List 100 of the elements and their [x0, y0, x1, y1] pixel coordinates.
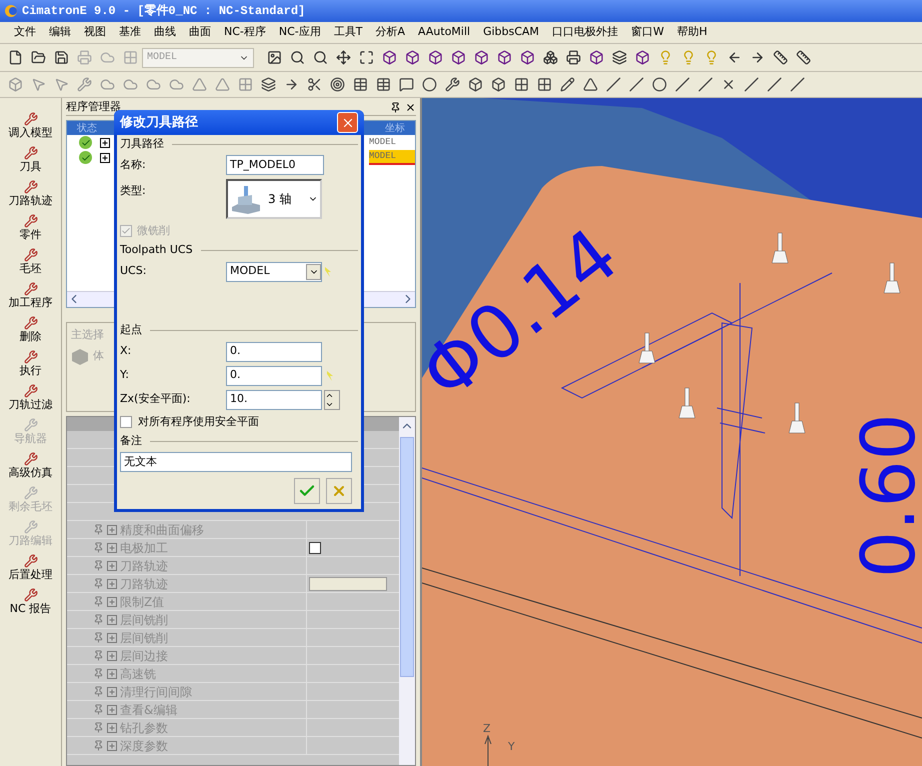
- pin-icon: [93, 686, 104, 697]
- machine-icon: [230, 183, 262, 215]
- hexagon-icon: [71, 348, 89, 366]
- line-icon: [744, 77, 758, 92]
- menu-item[interactable]: 编辑: [43, 24, 77, 41]
- menu-item[interactable]: GibbsCAM: [477, 24, 546, 41]
- tool-icon: [24, 588, 38, 602]
- close-icon[interactable]: [405, 102, 416, 113]
- tool-icon: [24, 282, 38, 296]
- pin-icon: [93, 560, 104, 571]
- close-button[interactable]: [337, 112, 358, 133]
- pointer-icon: [30, 77, 46, 92]
- spinner[interactable]: [324, 390, 340, 410]
- pencil-icon: [560, 77, 574, 92]
- expand-icon[interactable]: [100, 152, 110, 162]
- pin-drawing: [788, 402, 806, 434]
- ruler-icon: [772, 50, 788, 65]
- pin-icon: [93, 524, 104, 535]
- pin-icon: [93, 596, 104, 607]
- field-label: X:: [120, 343, 132, 360]
- sidebar-button[interactable]: 后置处理: [0, 550, 61, 584]
- scissors-icon: [306, 77, 322, 92]
- tool-icon: [76, 77, 92, 92]
- ruler-icon: [796, 50, 810, 65]
- cube-icon: [468, 77, 482, 92]
- tool-icon: [24, 180, 38, 194]
- field-label: 名称:: [120, 156, 147, 173]
- cube-icon: [450, 50, 466, 65]
- pin-icon[interactable]: [390, 102, 401, 113]
- cube-icon: [496, 50, 512, 65]
- x-field[interactable]: 0.: [226, 342, 322, 362]
- checkbox[interactable]: [309, 542, 321, 554]
- menu-item[interactable]: 曲线: [148, 24, 182, 41]
- tool-icon: [444, 77, 460, 92]
- notes-field[interactable]: 无文本: [120, 452, 352, 472]
- pin-drawing: [884, 262, 900, 294]
- tool-icon: [24, 384, 38, 398]
- sidebar-button[interactable]: 高级仿真: [0, 448, 61, 482]
- group-title: 刀具路径: [120, 136, 164, 152]
- sidebar-button[interactable]: 调入模型: [0, 108, 61, 142]
- axis-label: Z: [483, 722, 491, 735]
- scrollbar[interactable]: [399, 417, 415, 765]
- line-icon: [766, 77, 782, 92]
- cube-icon: [490, 77, 506, 92]
- pin-drawing: [638, 332, 656, 364]
- pin-drawing: [678, 388, 696, 418]
- sidebar-button[interactable]: 毛坯: [0, 244, 61, 278]
- cube-icon: [428, 50, 442, 65]
- selection-label: 体: [93, 348, 104, 364]
- sidebar-button[interactable]: 刀轨过滤: [0, 380, 61, 414]
- printer-icon: [76, 50, 92, 65]
- menu-item[interactable]: 曲面: [183, 24, 217, 41]
- cubes-icon: [542, 50, 558, 65]
- menu-item[interactable]: 分析A: [370, 24, 412, 41]
- table-cell[interactable]: MODEL: [369, 150, 415, 166]
- safe-plane-checkbox[interactable]: 对所有程序使用安全平面: [120, 414, 358, 430]
- z-field[interactable]: 10.: [226, 390, 322, 410]
- tool-icon: [24, 316, 38, 330]
- menu-item[interactable]: AAutoMill: [412, 24, 476, 41]
- arrow-right-icon: [750, 50, 764, 65]
- table-icon: [376, 77, 390, 92]
- pin-icon: [93, 668, 104, 679]
- dialog-title: 修改刀具路径: [120, 114, 198, 132]
- sidebar-button[interactable]: 执行: [0, 346, 61, 380]
- menu-item[interactable]: 视图: [78, 24, 112, 41]
- pin-icon: [93, 650, 104, 661]
- logo-icon: [4, 4, 18, 18]
- sidebar-button[interactable]: 刀具: [0, 142, 61, 176]
- tool-icon: [24, 452, 38, 466]
- pin-icon: [93, 740, 104, 751]
- circle-icon: [652, 77, 666, 92]
- line-icon: [628, 77, 644, 92]
- tool-icon: [24, 418, 38, 432]
- group-title: 备注: [120, 432, 142, 449]
- menu-item[interactable]: 口口电极外挂: [546, 24, 624, 41]
- type-dropdown[interactable]: 3 轴: [226, 179, 322, 219]
- ucs-dropdown[interactable]: MODEL: [226, 262, 322, 282]
- menu-item[interactable]: 工具T: [328, 24, 369, 41]
- sidebar-button[interactable]: 加工程序: [0, 278, 61, 312]
- menu-item[interactable]: 基准: [113, 24, 147, 41]
- menu-item[interactable]: NC-程序: [218, 24, 272, 41]
- expand-icon[interactable]: [100, 138, 110, 148]
- menu-item[interactable]: 文件: [8, 24, 42, 41]
- sidebar-button[interactable]: 零件: [0, 210, 61, 244]
- menu-item[interactable]: NC-应用: [272, 24, 327, 41]
- folder-icon: [30, 50, 46, 65]
- dimension-label: 0.60: [846, 413, 922, 578]
- menu-item[interactable]: 窗口W: [625, 24, 670, 41]
- cube-icon: [404, 50, 420, 65]
- name-field[interactable]: TP_MODEL0: [226, 155, 324, 175]
- sidebar-button[interactable]: 删除: [0, 312, 61, 346]
- field-label: Y:: [120, 367, 130, 384]
- y-field[interactable]: 0.: [226, 366, 322, 386]
- menu-item[interactable]: 帮助H: [670, 24, 714, 41]
- panel-title: 程序管理器: [66, 99, 121, 116]
- sidebar-button[interactable]: NC 报告: [0, 584, 61, 618]
- table-cell[interactable]: MODEL: [369, 136, 415, 150]
- ok-button[interactable]: [294, 478, 320, 504]
- sidebar-button[interactable]: 刀路轨迹: [0, 176, 61, 210]
- axis-drawing: [484, 734, 492, 766]
